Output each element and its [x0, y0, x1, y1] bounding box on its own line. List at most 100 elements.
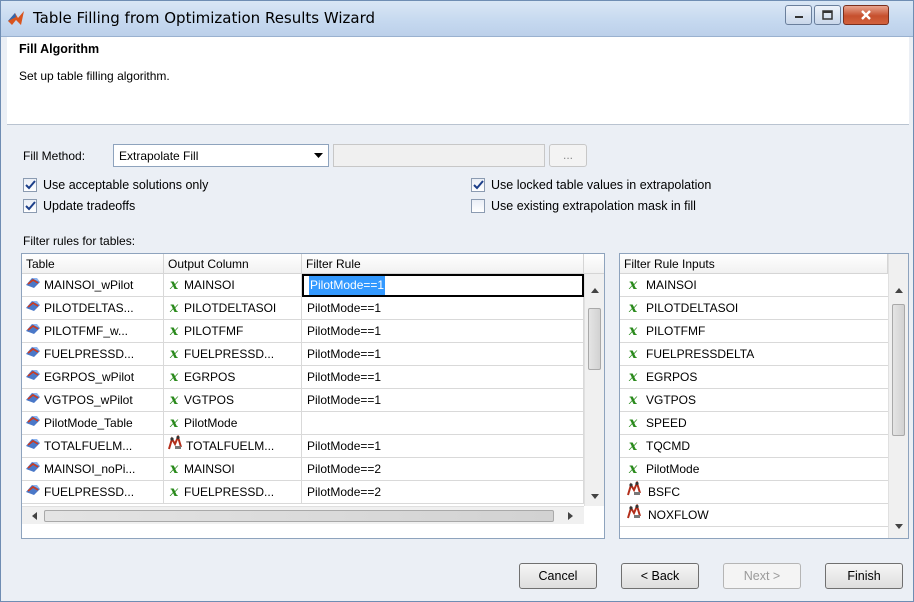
column-header-output[interactable]: Output Column	[164, 254, 302, 274]
list-item[interactable]: x PILOTDELTASOI	[620, 297, 888, 320]
output-column-cell[interactable]: x PilotMode	[164, 412, 302, 435]
input-cell[interactable]: x EGRPOS	[620, 366, 888, 389]
column-header-filter-rule[interactable]: Filter Rule	[302, 254, 584, 274]
output-column-cell[interactable]: x MAINSOI	[164, 458, 302, 481]
filter-rule-cell[interactable]: PilotMode==2	[302, 458, 584, 481]
list-item[interactable]: x VGTPOS	[620, 389, 888, 412]
scroll-right-icon[interactable]	[562, 508, 578, 524]
filter-rule-cell[interactable]: PilotMode==1	[302, 297, 584, 320]
scroll-down-icon[interactable]	[587, 488, 603, 504]
filter-rule-inputs-list[interactable]: Filter Rule Inputs x MAINSOI x PILOTDELTASO…	[619, 253, 909, 539]
maximize-button[interactable]	[814, 5, 841, 25]
input-name: VGTPOS	[646, 392, 697, 407]
output-column-cell[interactable]: x FUELPRESSD...	[164, 481, 302, 504]
filter-rule-cell[interactable]: PilotMode==1	[302, 274, 584, 297]
output-column-cell[interactable]: x MAINSOI	[164, 274, 302, 297]
table-name-cell[interactable]: VGTPOS_wPilot	[22, 389, 164, 412]
scroll-left-icon[interactable]	[26, 508, 42, 524]
list-item[interactable]: x SPEED	[620, 412, 888, 435]
table-row[interactable]: VGTPOS_wPilot x VGTPOS PilotMode==1	[22, 389, 584, 412]
input-cell[interactable]: x PILOTFMF	[620, 320, 888, 343]
locked-values-checkbox[interactable]: Use locked table values in extrapolation	[471, 178, 711, 192]
input-cell[interactable]: x PILOTDELTASOI	[620, 297, 888, 320]
fill-method-dropdown[interactable]: Extrapolate Fill	[113, 144, 329, 167]
input-name: PilotMode	[646, 461, 700, 476]
update-tradeoffs-checkbox[interactable]: Update tradeoffs	[23, 199, 135, 213]
table-name-cell[interactable]: TOTALFUELM...	[22, 435, 164, 458]
minimize-button[interactable]	[785, 5, 812, 25]
output-column-cell[interactable]: TOTALFUELM...	[164, 435, 302, 458]
output-column-cell[interactable]: x PILOTFMF	[164, 320, 302, 343]
x-variable-icon: x	[169, 414, 179, 431]
table-row[interactable]: MAINSOI_noPi... x MAINSOI PilotMode==2	[22, 458, 584, 481]
filter-rule-cell[interactable]	[302, 412, 584, 435]
filter-rules-table[interactable]: Table Output Column Filter Rule MAINSOI_…	[21, 253, 605, 539]
input-cell[interactable]: x TQCMD	[620, 435, 888, 458]
list-item[interactable]: x PilotMode	[620, 458, 888, 481]
output-column-cell[interactable]: x EGRPOS	[164, 366, 302, 389]
checkbox-label: Use acceptable solutions only	[43, 178, 209, 192]
input-cell[interactable]: x SPEED	[620, 412, 888, 435]
scrollbar-thumb[interactable]	[588, 308, 601, 370]
table-row[interactable]: FUELPRESSD... x FUELPRESSD... PilotMode==1	[22, 343, 584, 366]
table-name-cell[interactable]: FUELPRESSD...	[22, 343, 164, 366]
list-item[interactable]: x TQCMD	[620, 435, 888, 458]
output-column-name: MAINSOI	[184, 277, 235, 292]
input-cell[interactable]: NOXFLOW	[620, 504, 888, 527]
table-row[interactable]: PILOTFMF_w... x PILOTFMF PilotMode==1	[22, 320, 584, 343]
horizontal-scrollbar[interactable]	[22, 506, 584, 524]
close-button[interactable]	[843, 5, 889, 25]
list-item[interactable]: BSFC	[620, 481, 888, 504]
filter-rule-cell[interactable]: PilotMode==1	[302, 389, 584, 412]
vertical-scrollbar[interactable]	[584, 274, 604, 506]
table-row[interactable]: PILOTDELTAS... x PILOTDELTASOI PilotMode==1	[22, 297, 584, 320]
table-name: PILOTDELTAS...	[44, 300, 134, 315]
input-cell[interactable]: BSFC	[620, 481, 888, 504]
table-name-cell[interactable]: PILOTDELTAS...	[22, 297, 164, 320]
title-bar[interactable]: Table Filling from Optimization Results …	[1, 1, 913, 37]
table-name-cell[interactable]: PILOTFMF_w...	[22, 320, 164, 343]
x-variable-icon: x	[628, 391, 638, 408]
scrollbar-thumb[interactable]	[892, 304, 905, 436]
table-name-cell[interactable]: FUELPRESSD...	[22, 481, 164, 504]
cancel-button[interactable]: Cancel	[519, 563, 597, 589]
list-header: Filter Rule Inputs	[620, 254, 888, 274]
column-header-table[interactable]: Table	[22, 254, 164, 274]
scroll-up-icon[interactable]	[891, 282, 907, 298]
list-item[interactable]: x FUELPRESSDELTA	[620, 343, 888, 366]
scrollbar-thumb[interactable]	[44, 510, 554, 522]
filter-rule-cell[interactable]: PilotMode==1	[302, 435, 584, 458]
filter-rule-cell[interactable]: PilotMode==1	[302, 366, 584, 389]
table-row[interactable]: EGRPOS_wPilot x EGRPOS PilotMode==1	[22, 366, 584, 389]
list-item[interactable]: NOXFLOW	[620, 504, 888, 527]
table-name-cell[interactable]: MAINSOI_noPi...	[22, 458, 164, 481]
output-column-cell[interactable]: x PILOTDELTASOI	[164, 297, 302, 320]
acceptable-solutions-checkbox[interactable]: Use acceptable solutions only	[23, 178, 208, 192]
filter-rule-cell[interactable]: PilotMode==1	[302, 343, 584, 366]
table-row[interactable]: FUELPRESSD... x FUELPRESSD... PilotMode==2	[22, 481, 584, 504]
list-item[interactable]: x MAINSOI	[620, 274, 888, 297]
table-name-cell[interactable]: EGRPOS_wPilot	[22, 366, 164, 389]
scroll-down-icon[interactable]	[891, 518, 907, 534]
list-item[interactable]: x EGRPOS	[620, 366, 888, 389]
finish-button[interactable]: Finish	[825, 563, 903, 589]
input-cell[interactable]: x FUELPRESSDELTA	[620, 343, 888, 366]
table-row[interactable]: PilotMode_Table x PilotMode	[22, 412, 584, 435]
table-row[interactable]: MAINSOI_wPilot x MAINSOI PilotMode==1	[22, 274, 584, 297]
input-cell[interactable]: x VGTPOS	[620, 389, 888, 412]
output-column-name: FUELPRESSD...	[184, 484, 275, 499]
list-item[interactable]: x PILOTFMF	[620, 320, 888, 343]
table-name-cell[interactable]: PilotMode_Table	[22, 412, 164, 435]
filter-rule-cell[interactable]: PilotMode==1	[302, 320, 584, 343]
vertical-scrollbar[interactable]	[888, 254, 908, 538]
table-row[interactable]: TOTALFUELM... TOTALFUELM... PilotMode==1	[22, 435, 584, 458]
input-cell[interactable]: x PilotMode	[620, 458, 888, 481]
input-cell[interactable]: x MAINSOI	[620, 274, 888, 297]
extrapolation-mask-checkbox[interactable]: Use existing extrapolation mask in fill	[471, 199, 696, 213]
table-name-cell[interactable]: MAINSOI_wPilot	[22, 274, 164, 297]
scroll-up-icon[interactable]	[587, 282, 603, 298]
output-column-cell[interactable]: x FUELPRESSD...	[164, 343, 302, 366]
filter-rule-cell[interactable]: PilotMode==2	[302, 481, 584, 504]
back-button[interactable]: < Back	[621, 563, 699, 589]
output-column-cell[interactable]: x VGTPOS	[164, 389, 302, 412]
